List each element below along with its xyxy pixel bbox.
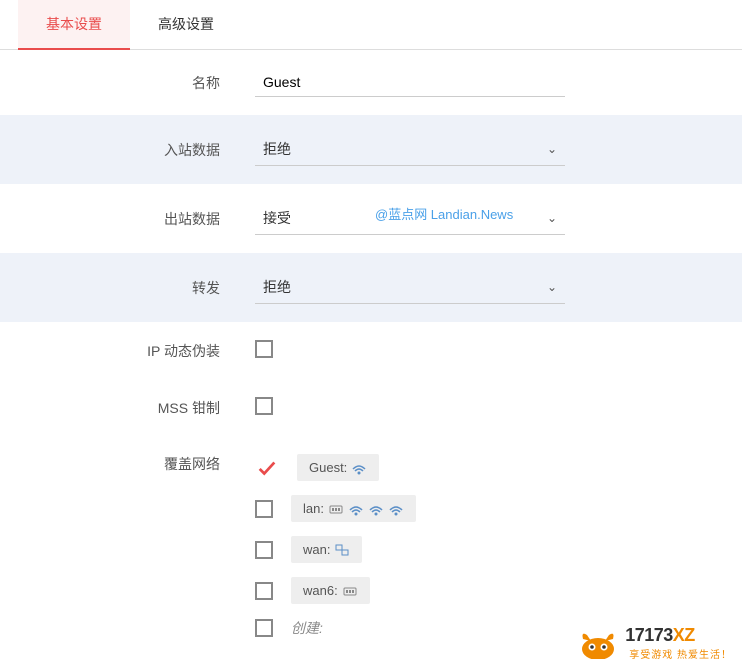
- tab-bar: 基本设置 高级设置: [0, 0, 742, 50]
- site-logo-watermark: 17173XZ 享受游戏 热爱生活！: [577, 625, 732, 661]
- label-forward: 转发: [0, 278, 240, 298]
- chevron-down-icon: ⌄: [547, 280, 557, 294]
- wifi-icon: [388, 502, 404, 516]
- row-outbound: 出站数据 接受 ⌄ @蓝点网 Landian.News: [0, 184, 742, 253]
- network-badge-guest: Guest:: [297, 454, 379, 481]
- select-inbound-value: 拒绝: [263, 139, 539, 159]
- select-inbound[interactable]: 拒绝 ⌄: [255, 133, 565, 166]
- network-badge-wan6: wan6:: [291, 577, 370, 604]
- row-masquerade: IP 动态伪装: [0, 322, 742, 379]
- label-create: 创建:: [291, 618, 323, 638]
- network-icon: [334, 543, 350, 557]
- logo-subtitle: 享受游戏 热爱生活！: [629, 646, 732, 661]
- network-item-wan6: wan6:: [255, 577, 742, 604]
- input-name[interactable]: [255, 68, 565, 97]
- tab-basic-settings[interactable]: 基本设置: [18, 0, 130, 50]
- mascot-icon: [577, 627, 619, 659]
- select-forward-value: 拒绝: [263, 277, 539, 297]
- label-name: 名称: [0, 73, 240, 93]
- select-outbound[interactable]: 接受 ⌄: [255, 202, 565, 235]
- select-forward[interactable]: 拒绝 ⌄: [255, 271, 565, 304]
- checkbox-wan[interactable]: [255, 541, 273, 559]
- row-inbound: 入站数据 拒绝 ⌄: [0, 115, 742, 184]
- wifi-icon: [351, 461, 367, 475]
- row-cover-networks: 覆盖网络 Guest: lan:: [0, 436, 742, 638]
- ethernet-icon: [342, 584, 358, 598]
- checkmark-icon[interactable]: [255, 456, 279, 480]
- row-forward: 转发 拒绝 ⌄: [0, 253, 742, 322]
- tab-advanced-settings[interactable]: 高级设置: [130, 0, 242, 49]
- row-name: 名称: [0, 50, 742, 115]
- chevron-down-icon: ⌄: [547, 142, 557, 156]
- label-outbound: 出站数据: [0, 209, 240, 229]
- checkbox-mss[interactable]: [255, 397, 273, 415]
- network-item-lan: lan:: [255, 495, 742, 522]
- label-cover-networks: 覆盖网络: [0, 454, 240, 474]
- network-item-wan: wan:: [255, 536, 742, 563]
- select-outbound-value: 接受: [263, 208, 539, 228]
- label-inbound: 入站数据: [0, 140, 240, 160]
- ethernet-icon: [328, 502, 344, 516]
- checkbox-lan[interactable]: [255, 500, 273, 518]
- row-mss: MSS 钳制: [0, 379, 742, 436]
- checkbox-masquerade[interactable]: [255, 340, 273, 358]
- network-badge-lan: lan:: [291, 495, 416, 522]
- label-mss: MSS 钳制: [0, 398, 240, 418]
- wifi-icon: [368, 502, 384, 516]
- chevron-down-icon: ⌄: [547, 211, 557, 225]
- network-item-guest: Guest:: [255, 454, 742, 481]
- checkbox-wan6[interactable]: [255, 582, 273, 600]
- checkbox-create[interactable]: [255, 619, 273, 637]
- network-badge-wan: wan:: [291, 536, 362, 563]
- label-masquerade: IP 动态伪装: [0, 341, 240, 361]
- wifi-icon: [348, 502, 364, 516]
